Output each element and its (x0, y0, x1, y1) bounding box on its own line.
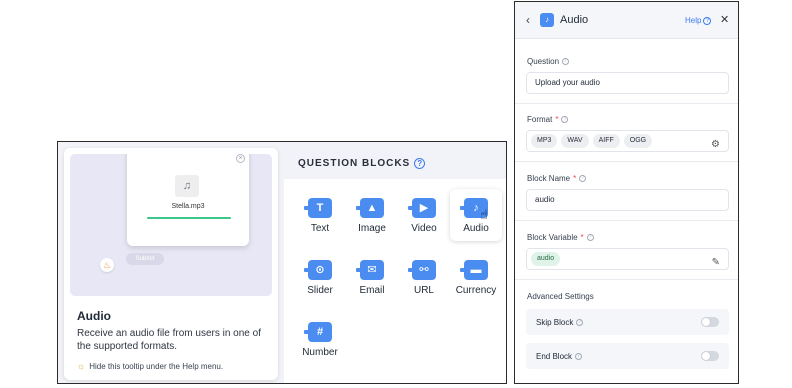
end-block-label-text: End Block (536, 352, 573, 361)
block-label: Number (302, 347, 338, 358)
variable-chip: audio (531, 252, 561, 266)
preview-file-name: Stella.mp3 (171, 203, 205, 210)
block-label: Video (411, 223, 437, 234)
block-slider[interactable]: ⊙ Slider (294, 251, 346, 303)
help-icon[interactable]: ? (414, 158, 426, 169)
info-icon: ? (576, 319, 584, 326)
info-icon: ? (575, 353, 583, 360)
settings-body: Question ? Upload your audio Format * ? M… (515, 39, 738, 383)
format-chip[interactable]: AIFF (592, 134, 620, 148)
preview-submit-button: Submit (126, 253, 164, 265)
block-tooltip: × ♫ Stella.mp3 Submit ♨ Audio Receive an… (64, 148, 278, 380)
image-icon: ▲ (356, 198, 384, 218)
music-note-icon: ♫ (175, 175, 199, 197)
help-label: Help (685, 16, 702, 25)
block-currency[interactable]: ▬ Currency (450, 251, 502, 303)
end-block-toggle[interactable] (701, 351, 719, 361)
question-input[interactable]: Upload your audio (526, 72, 729, 94)
number-icon: # (304, 322, 332, 342)
preview-card: × ♫ Stella.mp3 (127, 154, 249, 246)
block-label: Currency (455, 285, 497, 296)
block-name-label: Block Name * ? (527, 174, 587, 183)
block-label: Audio (463, 223, 489, 234)
skip-block-label: Skip Block ? (536, 318, 584, 327)
divider (515, 161, 738, 162)
question-blocks-title: QUESTION BLOCKS (298, 158, 411, 169)
block-audio[interactable]: ♪ Audio ☝ (450, 189, 502, 241)
required-marker: * (573, 174, 577, 183)
brand-logo-icon: ♨ (100, 258, 114, 272)
chevron-left-icon[interactable]: ‹ (526, 13, 530, 27)
block-label: Slider (307, 285, 333, 296)
end-block-label: End Block ? (536, 352, 583, 361)
format-selector[interactable]: MP3 WAV AIFF OGG ⚙ (526, 130, 729, 152)
audio-icon: ♪ (540, 13, 554, 27)
question-blocks-frame: × ♫ Stella.mp3 Submit ♨ Audio Receive an… (57, 141, 507, 384)
skip-block-row: Skip Block ? (526, 309, 729, 335)
settings-title: Audio (560, 14, 589, 26)
format-label: Format * ? (527, 115, 569, 124)
advanced-settings-title: Advanced Settings (527, 292, 594, 301)
divider (515, 220, 738, 221)
block-url[interactable]: ⚯ URL (398, 251, 450, 303)
close-icon[interactable]: ✕ (720, 13, 729, 26)
skip-block-toggle[interactable] (701, 317, 719, 327)
block-image[interactable]: ▲ Image (346, 189, 398, 241)
email-icon: ✉ (356, 260, 384, 280)
slider-icon: ⊙ (304, 260, 332, 280)
block-label: Image (358, 223, 386, 234)
required-marker: * (555, 115, 559, 124)
tooltip-hint-text: Hide this tooltip under the Help menu. (89, 361, 224, 371)
block-email[interactable]: ✉ Email (346, 251, 398, 303)
question-label-text: Question (527, 57, 560, 66)
tooltip-hint: ☼ Hide this tooltip under the Help menu. (77, 361, 223, 371)
block-variable-label-text: Block Variable (527, 233, 578, 242)
block-number[interactable]: # Number (294, 313, 346, 365)
help-icon: ? (703, 16, 712, 25)
format-label-text: Format (527, 115, 553, 124)
info-icon: ? (579, 175, 587, 182)
end-block-row: End Block ? (526, 343, 729, 369)
video-icon: ▶ (408, 198, 436, 218)
required-marker: * (580, 233, 584, 242)
block-name-input[interactable]: audio (526, 189, 729, 211)
block-text[interactable]: T Text (294, 189, 346, 241)
info-icon: ? (562, 58, 570, 65)
question-blocks-panel: T Text ▲ Image ▶ Video ♪ Audio ☝ ⊙ Slide… (284, 179, 506, 383)
block-video[interactable]: ▶ Video (398, 189, 450, 241)
block-label: Email (359, 285, 385, 296)
block-label: URL (413, 285, 434, 296)
info-icon: ? (561, 116, 569, 123)
block-variable-label: Block Variable * ? (527, 233, 594, 242)
currency-icon: ▬ (460, 260, 488, 280)
format-chip[interactable]: WAV (561, 134, 589, 148)
lightbulb-icon: ☼ (77, 361, 86, 371)
tooltip-description: Receive an audio file from users in one … (77, 328, 261, 352)
format-chips: MP3 WAV AIFF OGG (531, 131, 728, 151)
skip-block-label-text: Skip Block (536, 318, 574, 327)
close-icon: × (236, 154, 245, 163)
gear-icon[interactable]: ⚙ (711, 135, 720, 155)
hand-cursor-icon: ☝ (480, 207, 488, 222)
link-icon: ⚯ (408, 260, 436, 280)
tooltip-preview: × ♫ Stella.mp3 Submit ♨ (70, 154, 272, 296)
tooltip-title: Audio (77, 309, 111, 323)
settings-header: ‹ ♪ Audio Help ? ✕ (515, 2, 738, 39)
text-icon: T (304, 198, 332, 218)
info-icon: ? (586, 234, 594, 241)
question-blocks-header: QUESTION BLOCKS ? (298, 158, 426, 169)
divider (515, 279, 738, 280)
divider (515, 103, 738, 104)
block-name-label-text: Block Name (527, 174, 571, 183)
pencil-icon[interactable]: ✎ (712, 253, 720, 273)
block-settings-panel: ‹ ♪ Audio Help ? ✕ Question ? Upload you… (514, 1, 739, 384)
block-variable-input[interactable]: audio ✎ (526, 248, 729, 270)
question-label: Question ? (527, 57, 570, 66)
upload-progress-bar (147, 217, 231, 219)
block-label: Text (310, 223, 330, 234)
format-chip[interactable]: OGG (623, 134, 653, 148)
format-chip[interactable]: MP3 (531, 134, 558, 148)
help-link[interactable]: Help ? (685, 16, 712, 25)
